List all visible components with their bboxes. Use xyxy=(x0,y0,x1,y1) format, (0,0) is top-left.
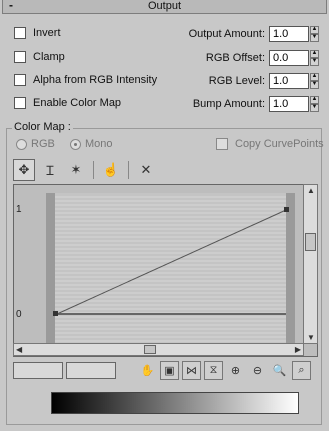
alpha-from-rgb-label: Alpha from RGB Intensity xyxy=(33,74,158,86)
zoom-plus-icon[interactable]: ⊕ xyxy=(226,361,245,380)
insert-point-icon[interactable]: ✶ xyxy=(65,159,87,181)
toolbar-separator xyxy=(93,161,94,179)
point-x-field[interactable] xyxy=(13,362,63,379)
output-amount-spinner[interactable]: ▲ ▼ xyxy=(310,26,319,42)
rgb-level-spinner[interactable]: ▲ ▼ xyxy=(310,73,319,89)
right-boundary-strip xyxy=(286,193,295,345)
zoom-region-icon[interactable]: ⌕ xyxy=(292,361,311,380)
output-amount-input[interactable] xyxy=(269,26,309,42)
checkbox-box[interactable] xyxy=(14,27,26,39)
clamp-label: Clamp xyxy=(33,51,65,63)
copy-curve-points-label: Copy CurvePoints xyxy=(235,138,324,150)
delete-icon[interactable]: ✕ xyxy=(135,159,157,181)
checkbox-box[interactable] xyxy=(14,74,26,86)
scroll-left-icon[interactable]: ◀ xyxy=(16,345,22,354)
point-y-field[interactable] xyxy=(66,362,116,379)
copy-curve-points-checkbox[interactable]: Copy CurvePoints xyxy=(216,138,324,150)
left-boundary-strip xyxy=(46,193,55,345)
bump-amount-input[interactable] xyxy=(269,96,309,112)
enable-color-map-label: Enable Color Map xyxy=(33,97,122,109)
rgb-level-label: RGB Level: xyxy=(208,75,265,87)
clamp-checkbox[interactable]: Clamp xyxy=(14,51,65,63)
bump-amount-row: Bump Amount: ▲▼ xyxy=(193,96,319,112)
output-gradient xyxy=(51,392,299,414)
bottom-toolbar: ✋ ▣ ⋈ ⧖ ⊕ ⊖ 🔍 ⌕ xyxy=(13,361,311,380)
rollout-title: Output xyxy=(147,0,182,12)
toolbar-separator xyxy=(128,161,129,179)
enable-color-map-checkbox[interactable]: Enable Color Map xyxy=(14,97,121,109)
radio-dot-selected[interactable] xyxy=(70,138,81,150)
zoom-vertical-icon[interactable]: ⧖ xyxy=(204,361,223,380)
y-tick-0: 0 xyxy=(16,309,22,320)
hand-icon[interactable]: ☝ xyxy=(100,159,122,181)
zoom-icon[interactable]: 🔍 xyxy=(270,361,289,380)
y-tick-1: 1 xyxy=(16,204,22,215)
rgb-level-row: RGB Level: ▲▼ xyxy=(209,73,319,89)
vertical-scroll-thumb[interactable] xyxy=(305,233,316,251)
checkbox-box[interactable] xyxy=(14,51,26,63)
curve-graph[interactable]: 1 0 xyxy=(13,184,318,357)
color-map-title: Color Map : xyxy=(12,121,73,133)
scroll-down-icon[interactable]: ▼ xyxy=(307,333,315,342)
scroll-right-icon[interactable]: ▶ xyxy=(295,345,301,354)
zoom-horizontal-icon[interactable]: ⋈ xyxy=(182,361,201,380)
move-icon[interactable]: ✥ xyxy=(13,159,35,181)
horizontal-scrollbar[interactable]: ◀ ▶ xyxy=(13,343,304,356)
alpha-from-rgb-checkbox[interactable]: Alpha from RGB Intensity xyxy=(14,74,157,86)
bump-amount-label: Bump Amount: xyxy=(192,98,265,110)
scale-point-icon[interactable]: Ɪ xyxy=(39,159,61,181)
bump-amount-spinner[interactable]: ▲ ▼ xyxy=(310,96,319,112)
zoom-minus-icon[interactable]: ⊖ xyxy=(248,361,267,380)
curve-point-end[interactable] xyxy=(284,207,289,212)
rgb-offset-label: RGB Offset: xyxy=(205,52,265,64)
pan-icon[interactable]: ✋ xyxy=(138,361,157,380)
rgb-offset-input[interactable] xyxy=(269,50,309,66)
radio-mono[interactable]: Mono xyxy=(70,138,113,150)
output-amount-row: Output Amount: ▲▼ xyxy=(189,26,319,42)
invert-checkbox[interactable]: Invert xyxy=(14,27,61,39)
rgb-offset-row: RGB Offset: ▲▼ xyxy=(206,50,319,66)
invert-label: Invert xyxy=(33,27,61,39)
horizontal-scroll-thumb[interactable] xyxy=(144,345,156,354)
zoom-extents-icon[interactable]: ▣ xyxy=(160,361,179,380)
radio-mono-label: Mono xyxy=(85,138,113,150)
checkbox-box[interactable] xyxy=(14,97,26,109)
curve-toolbar: ✥ Ɪ ✶ ☝ ✕ xyxy=(13,159,157,181)
output-amount-label: Output Amount: xyxy=(188,28,265,40)
scroll-up-icon[interactable]: ▲ xyxy=(307,186,315,195)
rollout-header[interactable]: - Output xyxy=(2,0,327,14)
rgb-offset-spinner[interactable]: ▲ ▼ xyxy=(310,50,319,66)
curve-svg xyxy=(46,193,295,345)
rgb-level-input[interactable] xyxy=(269,73,309,89)
radio-rgb[interactable]: RGB xyxy=(16,138,55,150)
curve-point-start[interactable] xyxy=(53,311,58,316)
radio-dot[interactable] xyxy=(16,138,27,150)
vertical-scrollbar[interactable]: ▲ ▼ xyxy=(303,184,318,344)
radio-rgb-label: RGB xyxy=(31,138,55,150)
checkbox-box[interactable] xyxy=(216,138,228,150)
